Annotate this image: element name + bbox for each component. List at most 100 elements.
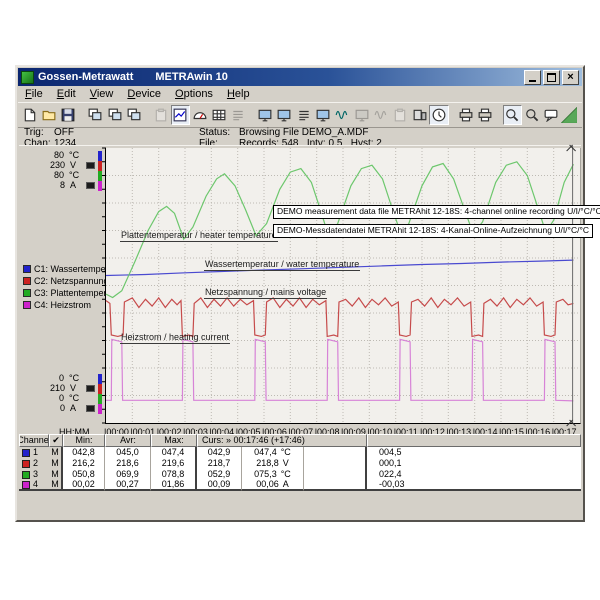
device-multi-button[interactable] (410, 105, 429, 125)
close-button[interactable]: × (562, 70, 579, 85)
cell-max: 219,6 (151, 458, 197, 469)
cell-avr: 00,27 (105, 480, 151, 491)
view-statistics-button[interactable] (228, 105, 247, 125)
toolbar-separator (144, 106, 152, 124)
channel-range-bar (98, 394, 102, 404)
row-channel-3[interactable]: 3 (19, 469, 49, 480)
cell-avr: 218,6 (105, 458, 151, 469)
cell-avr: 045,0 (105, 447, 151, 458)
channel-color-swatch (22, 460, 30, 468)
menu-device[interactable]: Device (120, 87, 168, 101)
view-table-button[interactable] (209, 105, 228, 125)
channel-range-bar (98, 181, 102, 191)
maximize-button[interactable] (543, 70, 560, 85)
legend-c3[interactable]: C3: Plattentemper. (23, 287, 109, 299)
row-channel-1[interactable]: 1 (19, 447, 49, 458)
row-channel-4[interactable]: 4 (19, 480, 49, 491)
print-button[interactable] (456, 105, 475, 125)
meter-icon (86, 162, 95, 169)
header-channel: Channel (19, 434, 49, 447)
cell-max: 047,4 (151, 447, 197, 458)
device-upload-button[interactable] (352, 105, 371, 125)
device-monitor-button[interactable] (313, 105, 332, 125)
window-tile-button[interactable] (105, 105, 124, 125)
cell-max: 078,8 (151, 469, 197, 480)
channel-color-swatch (22, 471, 30, 479)
cell-min: 00,02 (63, 480, 105, 491)
window-arrange-button[interactable] (124, 105, 143, 125)
minimize-button[interactable] (524, 70, 541, 85)
status-value: Browsing File DEMO_A.MDF (239, 127, 368, 138)
zoom-out-button[interactable] (522, 105, 541, 125)
menu-options[interactable]: Options (168, 87, 220, 101)
annotation-box[interactable]: DEMO measurement data file METRAhit 12-1… (273, 205, 600, 219)
colorbar-bottom (98, 374, 102, 414)
scale-row: 230V (19, 160, 95, 170)
device-connect-button[interactable] (256, 105, 275, 125)
view-chart-button[interactable] (171, 105, 190, 125)
header-check[interactable]: ✔ (49, 434, 63, 447)
window-cascade-button[interactable] (86, 105, 105, 125)
legend-swatch (23, 277, 31, 285)
legend-c1[interactable]: C1: Wassertempe. (23, 263, 109, 275)
chart-panel: 80°C230V80°C8A C1: Wassertempe.C2: Netzs… (19, 145, 581, 435)
cell-delta: 022,4 (367, 469, 455, 480)
cell-min: 216,2 (63, 458, 105, 469)
cell-cursor-end: 047,4°C (242, 447, 304, 458)
cell-unit: °C (281, 447, 291, 458)
legend-c2[interactable]: C2: Netzspannung (23, 275, 109, 287)
device-settings-button[interactable] (275, 105, 294, 125)
menu-help[interactable]: Help (220, 87, 257, 101)
header-min: Min: (63, 434, 105, 447)
minimize-icon (529, 80, 536, 82)
window-controls: × (524, 70, 579, 85)
cell-filler (455, 480, 581, 491)
plot-area[interactable]: Plattentemperatur / heater temperatureWa… (105, 148, 581, 424)
file-new-button[interactable] (20, 105, 39, 125)
curve-label: Netzspannung / mains voltage (204, 287, 327, 299)
row-channel-2[interactable]: 2 (19, 458, 49, 469)
window-title-company: Gossen-Metrawatt (38, 71, 133, 83)
cell-spare (304, 447, 367, 458)
menu-file[interactable]: File (18, 87, 50, 101)
app-window: Gossen-Metrawatt METRAwin 10 × FileEditV… (15, 65, 585, 522)
record-timer-button[interactable] (429, 105, 448, 125)
menu-view[interactable]: View (83, 87, 121, 101)
channel-range-bar (98, 374, 102, 384)
device-memory-button[interactable] (294, 105, 313, 125)
scale-row: 8A (19, 180, 95, 190)
channel-legend: C1: Wassertempe.C2: NetzspannungC3: Plat… (23, 263, 109, 311)
cell-cursor-start: 052,9 (197, 469, 242, 480)
curve-label: Plattentemperatur / heater temperature (120, 230, 278, 242)
menubar: FileEditViewDeviceOptionsHelp (18, 86, 582, 102)
device-download-button[interactable] (371, 105, 390, 125)
cell-filler (455, 447, 581, 458)
file-open-button[interactable] (39, 105, 58, 125)
zoom-mode-button[interactable] (503, 105, 522, 125)
cell-filler (455, 469, 581, 480)
title-bar[interactable]: Gossen-Metrawatt METRAwin 10 × (18, 68, 582, 86)
cell-min: 042,8 (63, 447, 105, 458)
cell-cursor-start: 00,09 (197, 480, 242, 491)
channel-range-bar (98, 171, 102, 181)
menu-edit[interactable]: Edit (50, 87, 83, 101)
view-multimeter-button[interactable] (190, 105, 209, 125)
file-save-button[interactable] (59, 105, 78, 125)
curve-label: Heizstrom / heating current (120, 332, 230, 344)
header-max: Max: (151, 434, 197, 447)
print-setup-button[interactable] (476, 105, 495, 125)
legend-c4[interactable]: C4: Heizstrom (23, 299, 109, 311)
scale-row: 210V (19, 383, 95, 393)
copy-button[interactable] (151, 105, 170, 125)
annotations-button[interactable] (541, 105, 560, 125)
cell-unit: A (283, 480, 289, 490)
toolbar-separator (248, 106, 256, 124)
device-clear-button[interactable] (391, 105, 410, 125)
cell-cursor-start: 042,9 (197, 447, 242, 458)
cell-cursor-end: 075,3°C (242, 469, 304, 480)
annotation-box[interactable]: DEMO-Messdatendatei METRAhit 12-18S: 4-K… (273, 224, 593, 238)
device-signal-button[interactable] (333, 105, 352, 125)
legend-swatch (23, 289, 31, 297)
cell-spare (304, 458, 367, 469)
scale-row: 0°C (19, 373, 95, 383)
